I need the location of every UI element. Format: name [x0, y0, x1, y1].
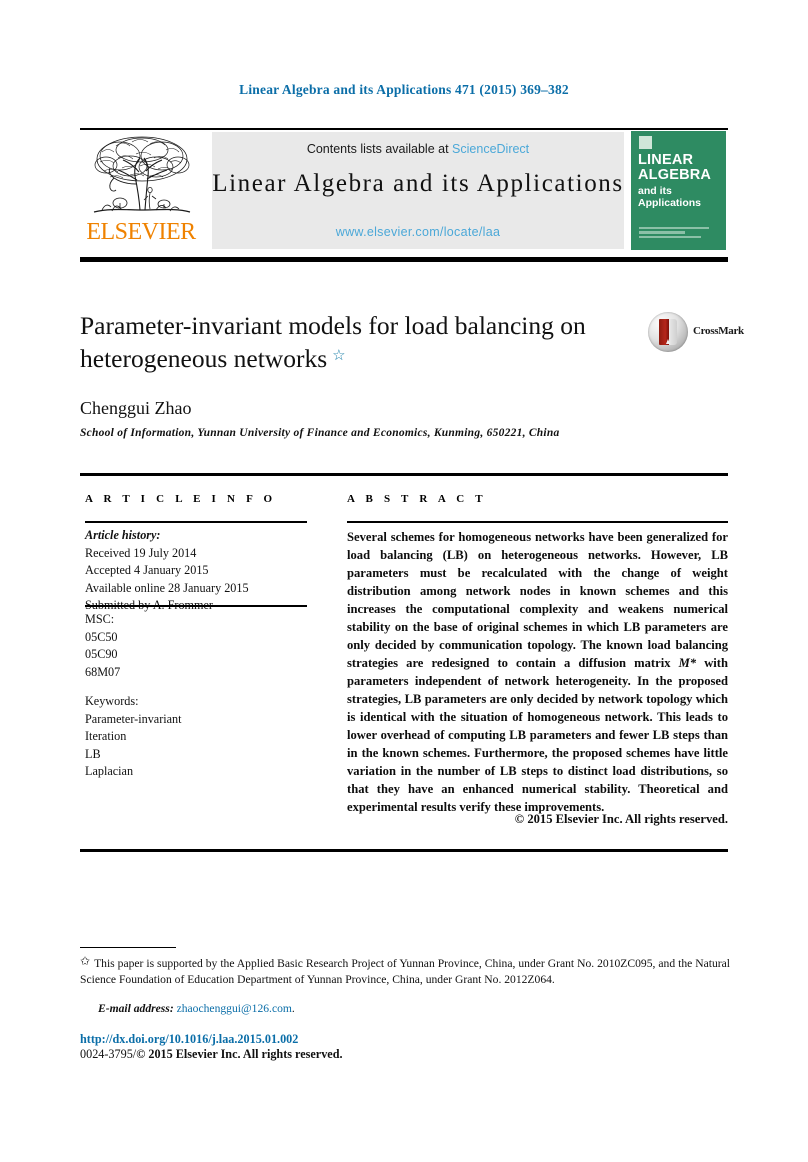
elsevier-logo: ELSEVIER — [82, 132, 200, 250]
contents-prefix: Contents lists available at — [306, 142, 449, 156]
journal-title: Linear Algebra and its Applications — [212, 170, 624, 197]
abstract-heading: A B S T R A C T — [347, 493, 487, 505]
paper-page: Linear Algebra and its Applications 471 … — [0, 0, 808, 1162]
keyword-item: Parameter-invariant — [85, 711, 182, 726]
sciencedirect-banner: Contents lists available at ScienceDirec… — [212, 132, 624, 249]
abstract-copyright: © 2015 Elsevier Inc. All rights reserved… — [514, 812, 728, 826]
abstract-rule-top — [347, 521, 728, 523]
doi-link[interactable]: http://dx.doi.org/10.1016/j.laa.2015.01.… — [80, 1032, 298, 1047]
contents-available-line: Contents lists available at ScienceDirec… — [212, 142, 624, 156]
footnote-grant-text: This paper is supported by the Applied B… — [80, 957, 730, 987]
issn-copyright-line: 0024-3795/© 2015 Elsevier Inc. All right… — [80, 1047, 343, 1062]
page-title: Parameter-invariant models for load bala… — [80, 310, 640, 375]
crossmark-book-icon — [659, 319, 677, 345]
sciencedirect-link[interactable]: ScienceDirect — [452, 142, 529, 156]
article-history-item: Available online 28 January 2015 — [85, 580, 249, 595]
article-history-label: Article history: — [85, 528, 161, 542]
keyword-item: LB — [85, 746, 101, 761]
elsevier-tree-icon — [90, 132, 194, 220]
keyword-item: Laplacian — [85, 764, 134, 779]
running-head: Linear Algebra and its Applications 471 … — [239, 82, 569, 97]
journal-cover-thumbnail: LINEAR ALGEBRA and its Applications — [631, 131, 726, 250]
issn-number: 0024-3795/ — [80, 1047, 137, 1061]
issn-copyright-text: © 2015 Elsevier Inc. All rights reserved… — [136, 1047, 343, 1061]
masthead-top-rule — [80, 128, 728, 130]
article-info-rule-bottom — [85, 605, 307, 607]
msc-block: MSC: 05C50 05C90 68M07 — [85, 611, 315, 681]
article-info-heading: A R T I C L E I N F O — [85, 493, 277, 505]
email-label: E-mail address: — [98, 1002, 174, 1015]
crossmark-circle-icon — [648, 312, 688, 352]
journal-homepage-link[interactable]: www.elsevier.com/locate/laa — [212, 225, 624, 239]
cover-publisher-mark-icon — [639, 136, 652, 149]
cover-title-line-4: Applications — [638, 197, 702, 209]
article-info-rule-top — [85, 521, 307, 523]
keyword-item: Iteration — [85, 729, 127, 744]
email-address-link[interactable]: zhaochenggui@126.com — [177, 1002, 292, 1015]
footnote-rule — [80, 947, 176, 949]
masthead-bottom-rule — [80, 257, 728, 262]
keywords-label: Keywords: — [85, 694, 139, 708]
abstract-part-2: with parameters independent of network h… — [347, 656, 728, 814]
footnote-grant: ✩ This paper is supported by the Applied … — [80, 953, 730, 989]
abstract-text: Several schemes for homogeneous networks… — [347, 528, 728, 816]
journal-masthead: ELSEVIER Contents lists available at Sci… — [80, 128, 728, 251]
author-list: Chenggui Zhao — [80, 398, 192, 418]
abstract-bottom-rule — [80, 849, 728, 852]
cover-title-line-2: ALGEBRA — [638, 167, 712, 183]
article-history-item: Accepted 4 January 2015 — [85, 563, 209, 578]
cover-title-line-3: and its — [638, 185, 672, 197]
title-block-bottom-rule — [80, 473, 728, 476]
cover-footer-marks — [639, 227, 717, 245]
abstract-math-symbol: M* — [678, 656, 697, 670]
footnote-email: E-mail address: zhaochenggui@126.com. — [98, 1002, 295, 1015]
msc-item: 05C90 — [85, 647, 118, 662]
keywords-block: Keywords: Parameter-invariant Iteration … — [85, 693, 315, 781]
article-history-item: Received 19 July 2014 — [85, 545, 197, 560]
article-history-block: Article history: Received 19 July 2014 A… — [85, 527, 315, 615]
email-suffix: . — [291, 1002, 295, 1015]
abstract-part-1: Several schemes for homogeneous networks… — [347, 530, 728, 670]
crossmark-badge[interactable]: CrossMark — [648, 312, 744, 352]
msc-item: 05C50 — [85, 629, 118, 644]
footnote-star-marker: ✩ — [80, 954, 91, 968]
elsevier-wordmark: ELSEVIER — [86, 219, 196, 245]
msc-item: 68M07 — [85, 664, 121, 679]
title-footnote-star-icon[interactable]: ☆ — [332, 347, 345, 366]
crossmark-label: CrossMark — [693, 325, 744, 337]
affiliation: School of Information, Yunnan University… — [80, 427, 560, 439]
msc-label: MSC: — [85, 612, 115, 626]
cover-title-line-1: LINEAR — [638, 152, 694, 168]
